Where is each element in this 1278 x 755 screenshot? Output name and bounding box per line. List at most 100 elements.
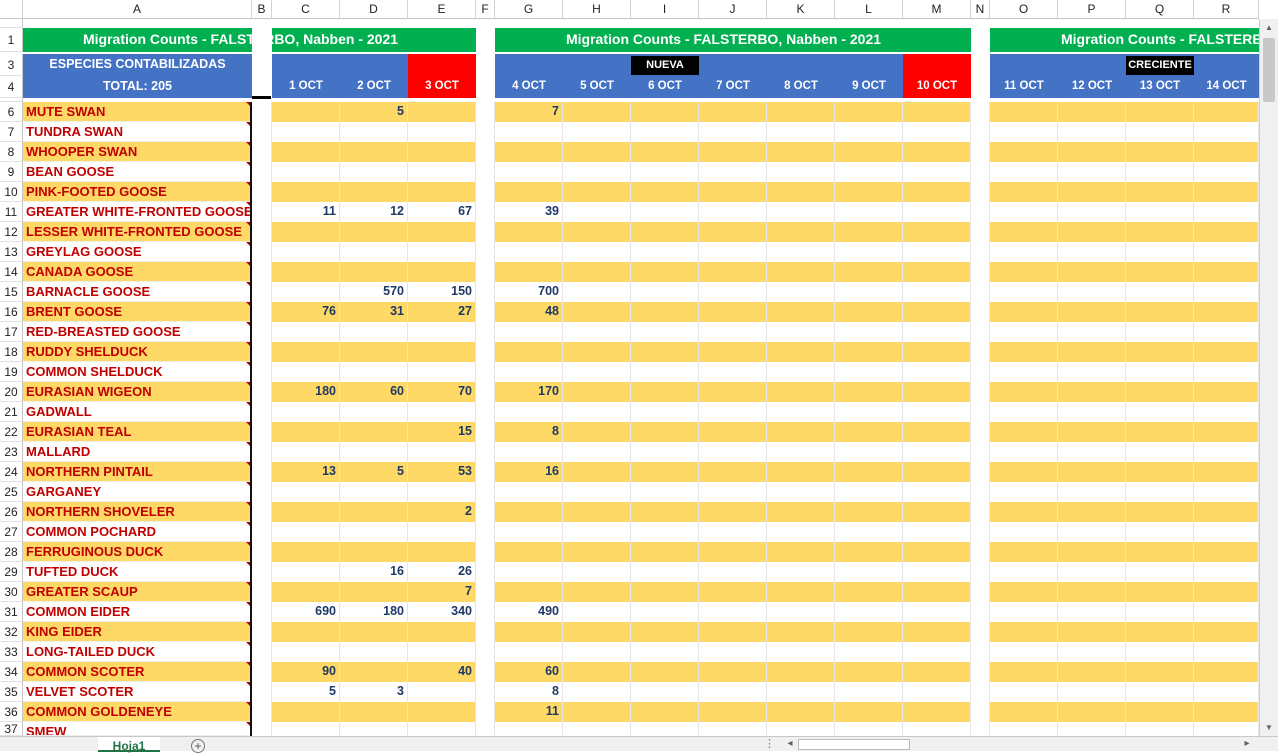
spacer-cell[interactable]	[252, 502, 272, 522]
count-cell[interactable]	[495, 442, 563, 462]
row-header-13[interactable]: 13	[0, 242, 23, 262]
count-cell[interactable]	[1058, 502, 1126, 522]
count-cell[interactable]	[563, 582, 631, 602]
spacer-cell[interactable]	[252, 122, 272, 142]
count-cell[interactable]	[1194, 162, 1259, 182]
count-cell[interactable]	[1126, 482, 1194, 502]
spacer-cell[interactable]	[971, 642, 990, 662]
count-cell[interactable]	[699, 262, 767, 282]
count-cell[interactable]	[631, 682, 699, 702]
count-cell[interactable]	[699, 222, 767, 242]
count-cell[interactable]	[408, 442, 476, 462]
row-header-1[interactable]: 1	[0, 28, 23, 52]
count-cell[interactable]	[631, 502, 699, 522]
spacer-cell[interactable]	[476, 362, 495, 382]
count-cell[interactable]	[563, 422, 631, 442]
species-name[interactable]: BRENT GOOSE	[23, 302, 252, 322]
count-cell[interactable]	[631, 442, 699, 462]
count-cell[interactable]	[990, 322, 1058, 342]
spacer-cell[interactable]	[971, 102, 990, 122]
count-cell[interactable]	[903, 642, 971, 662]
count-cell[interactable]	[340, 442, 408, 462]
count-cell[interactable]	[1058, 442, 1126, 462]
count-cell[interactable]: 180	[272, 382, 340, 402]
count-cell[interactable]: 12	[340, 202, 408, 222]
count-cell[interactable]	[631, 702, 699, 722]
count-cell[interactable]	[903, 602, 971, 622]
count-cell[interactable]: 5	[340, 102, 408, 122]
count-cell[interactable]	[1126, 362, 1194, 382]
row-header-27[interactable]: 27	[0, 522, 23, 542]
count-cell[interactable]	[1194, 622, 1259, 642]
count-cell[interactable]	[340, 422, 408, 442]
count-cell[interactable]	[903, 242, 971, 262]
count-cell[interactable]	[1194, 262, 1259, 282]
count-cell[interactable]	[767, 322, 835, 342]
count-cell[interactable]	[495, 562, 563, 582]
count-cell[interactable]	[495, 642, 563, 662]
count-cell[interactable]	[408, 102, 476, 122]
date-header-K[interactable]: 8 OCT	[767, 54, 835, 98]
count-cell[interactable]: 13	[272, 462, 340, 482]
count-cell[interactable]	[990, 262, 1058, 282]
count-cell[interactable]	[990, 102, 1058, 122]
count-cell[interactable]	[563, 282, 631, 302]
spacer-cell[interactable]	[252, 282, 272, 302]
count-cell[interactable]	[990, 482, 1058, 502]
count-cell[interactable]	[272, 282, 340, 302]
count-cell[interactable]	[563, 242, 631, 262]
count-cell[interactable]	[699, 402, 767, 422]
column-header-B[interactable]: B	[252, 0, 272, 19]
count-cell[interactable]	[495, 262, 563, 282]
column-header-D[interactable]: D	[340, 0, 408, 19]
count-cell[interactable]	[563, 162, 631, 182]
count-cell[interactable]: 31	[340, 302, 408, 322]
count-cell[interactable]	[272, 142, 340, 162]
count-cell[interactable]	[990, 202, 1058, 222]
row-header-30[interactable]: 30	[0, 582, 23, 602]
spacer-cell[interactable]	[252, 262, 272, 282]
spacer-cell[interactable]	[971, 502, 990, 522]
spacer-cell[interactable]	[971, 342, 990, 362]
count-cell[interactable]	[631, 162, 699, 182]
scroll-thumb[interactable]	[1263, 38, 1275, 102]
count-cell[interactable]	[631, 242, 699, 262]
count-cell[interactable]	[835, 122, 903, 142]
count-cell[interactable]	[699, 482, 767, 502]
count-cell[interactable]	[340, 582, 408, 602]
count-cell[interactable]	[1058, 182, 1126, 202]
spacer-cell[interactable]	[476, 142, 495, 162]
count-cell[interactable]	[835, 642, 903, 662]
count-cell[interactable]	[835, 142, 903, 162]
row-header-33[interactable]: 33	[0, 642, 23, 662]
count-cell[interactable]	[903, 542, 971, 562]
count-cell[interactable]	[1058, 522, 1126, 542]
count-cell[interactable]	[408, 622, 476, 642]
spacer-cell[interactable]	[971, 262, 990, 282]
count-cell[interactable]	[835, 602, 903, 622]
count-cell[interactable]	[408, 142, 476, 162]
column-header-P[interactable]: P	[1058, 0, 1126, 19]
column-header-R[interactable]: R	[1194, 0, 1259, 19]
count-cell[interactable]: 700	[495, 282, 563, 302]
count-cell[interactable]	[495, 142, 563, 162]
row-header-22[interactable]: 22	[0, 422, 23, 442]
count-cell[interactable]: 60	[495, 662, 563, 682]
count-cell[interactable]	[495, 242, 563, 262]
count-cell[interactable]	[1058, 202, 1126, 222]
row-header-21[interactable]: 21	[0, 402, 23, 422]
count-cell[interactable]	[990, 542, 1058, 562]
row-header-6[interactable]: 6	[0, 102, 23, 122]
count-cell[interactable]	[408, 242, 476, 262]
count-cell[interactable]	[631, 662, 699, 682]
count-cell[interactable]: 150	[408, 282, 476, 302]
count-cell[interactable]	[767, 182, 835, 202]
count-cell[interactable]: 5	[340, 462, 408, 482]
count-cell[interactable]	[1126, 262, 1194, 282]
count-cell[interactable]	[767, 402, 835, 422]
count-cell[interactable]	[767, 242, 835, 262]
count-cell[interactable]	[272, 342, 340, 362]
count-cell[interactable]	[835, 462, 903, 482]
count-cell[interactable]: 7	[408, 582, 476, 602]
count-cell[interactable]	[767, 722, 835, 736]
